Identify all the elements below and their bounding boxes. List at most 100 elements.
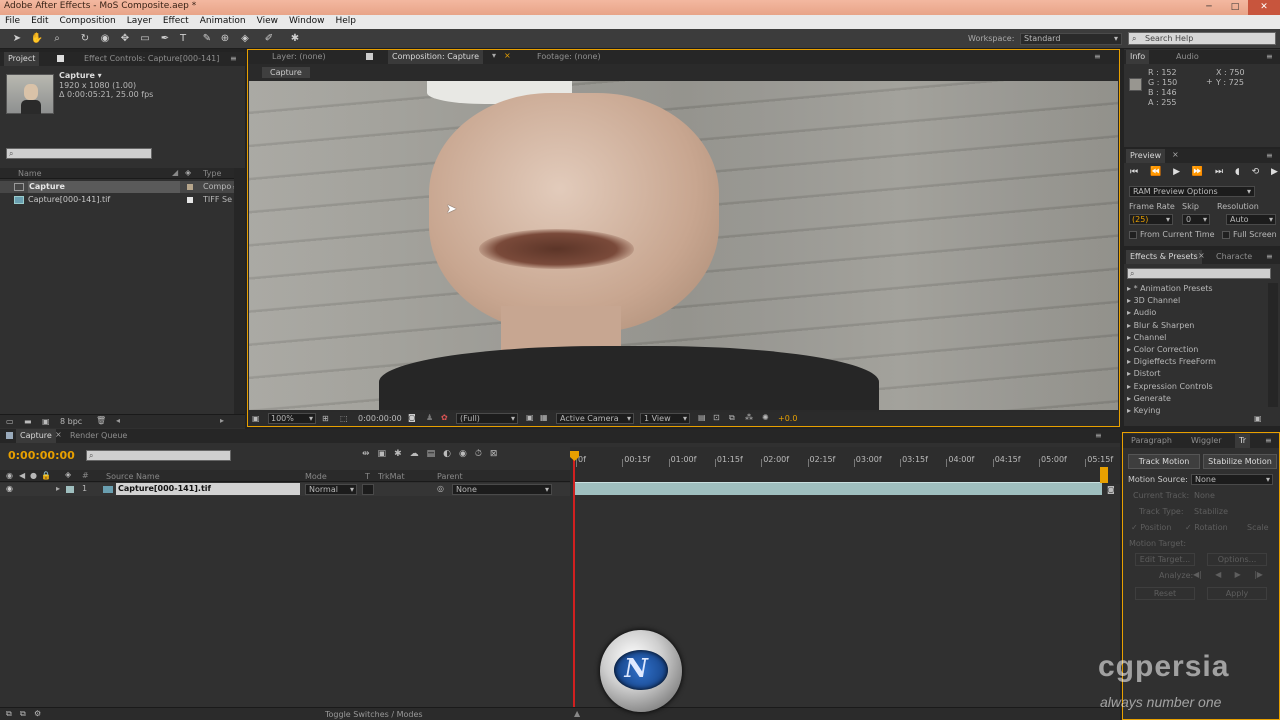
camera-select[interactable]: Active Camera ▾ <box>556 413 634 424</box>
timeline-search-input[interactable]: ⌕ <box>86 450 231 461</box>
expand-icon[interactable]: ▸ <box>56 483 60 495</box>
show-snapshot-icon[interactable]: ♟ <box>426 413 433 422</box>
new-folder-icon[interactable]: ▬ <box>24 417 32 426</box>
layer-duration-bar[interactable] <box>575 482 1102 495</box>
effect-category[interactable]: ▸ Color Correction <box>1127 344 1265 356</box>
pan-behind-tool-icon[interactable]: ✥ <box>118 32 132 46</box>
time-ruler[interactable]: 0f 00:15f 01:00f 01:15f 02:00f 02:15f 03:00f 03… <box>570 447 1120 484</box>
play-icon[interactable]: ▶ <box>1173 167 1180 179</box>
options-button[interactable]: Options... <box>1207 553 1267 566</box>
roto-brush-tool-icon[interactable]: ✐ <box>262 32 276 46</box>
tab-audio[interactable]: Audio <box>1172 50 1203 64</box>
lock-icon[interactable]: 🔒 <box>41 471 51 480</box>
trkmat-select[interactable] <box>362 484 374 495</box>
rectangle-tool-icon[interactable]: ▭ <box>138 32 152 46</box>
label-swatch[interactable] <box>66 486 74 493</box>
hand-tool-icon[interactable]: ✋ <box>30 32 44 46</box>
comp-breadcrumb[interactable]: Capture <box>262 67 310 78</box>
tab-composition[interactable]: Composition: Capture <box>388 50 484 64</box>
label-swatch[interactable] <box>187 197 193 203</box>
close-tab-icon[interactable]: × <box>1198 251 1205 260</box>
col-parent[interactable]: Parent <box>437 472 463 481</box>
effect-category[interactable]: ▸ Generate <box>1127 393 1265 405</box>
menu-view[interactable]: View <box>257 16 278 29</box>
exposure-icon[interactable]: ✺ <box>762 413 769 422</box>
shy-icon[interactable]: ☁ <box>410 449 419 463</box>
eraser-tool-icon[interactable]: ◈ <box>238 32 252 46</box>
live-update-icon[interactable]: ▣ <box>378 449 387 463</box>
blend-mode-select[interactable]: Normal ▾ <box>305 484 357 495</box>
keyframe-icon[interactable]: ⊠ <box>490 449 498 463</box>
menu-window[interactable]: Window <box>289 16 325 29</box>
tab-render-queue[interactable]: Render Queue <box>66 429 131 443</box>
analyze-forward-icon[interactable]: ▶ <box>1235 570 1241 579</box>
scale-checkbox[interactable]: Scale <box>1247 523 1269 532</box>
tab-wiggler[interactable]: Wiggler <box>1187 434 1226 448</box>
fast-preview-icon[interactable]: ⊡ <box>713 413 720 422</box>
parent-select[interactable]: None ▾ <box>452 484 552 495</box>
tab-footage[interactable]: Footage: (none) <box>533 50 605 64</box>
frame-blending-icon[interactable]: ▤ <box>427 449 436 463</box>
zoom-tool-icon[interactable]: ⌕ <box>50 32 64 46</box>
position-checkbox[interactable]: ✓ Position <box>1131 523 1171 532</box>
motion-blur-icon[interactable]: ◐ <box>443 449 451 463</box>
new-preset-icon[interactable]: ▣ <box>1254 414 1262 423</box>
tab-paragraph[interactable]: Paragraph <box>1127 434 1176 448</box>
analyze-backward-1-icon[interactable]: ◀| <box>1193 570 1202 579</box>
rotate-tool-icon[interactable]: ↻ <box>78 32 92 46</box>
rotation-checkbox[interactable]: ✓ Rotation <box>1185 523 1228 532</box>
views-select[interactable]: 1 View ▾ <box>640 413 690 424</box>
graph-editor-icon[interactable]: ◉ <box>459 449 467 463</box>
stabilize-motion-button[interactable]: Stabilize Motion <box>1203 454 1277 469</box>
menu-composition[interactable]: Composition <box>60 16 116 29</box>
effect-category[interactable]: ▸ 3D Channel <box>1127 295 1265 307</box>
ram-preview-icon[interactable]: ▶ <box>1271 167 1278 179</box>
brainstorm-icon[interactable]: ⏱ <box>475 449 482 463</box>
next-frame-icon[interactable]: ⏩ <box>1192 167 1203 179</box>
viewer-timecode[interactable]: 0:00:00:00 <box>358 414 402 423</box>
skip-select[interactable]: 0 ▾ <box>1182 214 1210 225</box>
toggle-pixel-aspect-icon[interactable]: ▤ <box>698 413 706 422</box>
menu-help[interactable]: Help <box>335 16 356 29</box>
maximize-button[interactable]: □ <box>1222 0 1248 15</box>
toggle-switches-modes[interactable]: Toggle Switches / Modes <box>325 710 423 719</box>
selection-tool-icon[interactable]: ➤ <box>10 32 24 46</box>
project-row[interactable]: Capture Compo ⁂ <box>0 181 245 193</box>
puppet-pin-tool-icon[interactable]: ✱ <box>288 32 302 46</box>
work-area-end[interactable] <box>1100 467 1108 483</box>
menu-file[interactable]: File <box>5 16 20 29</box>
effect-category[interactable]: ▸ Digieffects FreeForm <box>1127 356 1265 368</box>
track-motion-button[interactable]: Track Motion <box>1128 454 1200 469</box>
close-tab-icon[interactable]: × <box>55 430 62 439</box>
close-tab-icon[interactable]: × <box>504 51 511 60</box>
first-frame-icon[interactable]: ⏮ <box>1130 167 1138 179</box>
effects-scrollbar[interactable] <box>1268 283 1278 407</box>
mute-audio-icon[interactable]: ◖ <box>1235 167 1240 179</box>
effect-category[interactable]: ▸ Expression Controls <box>1127 381 1265 393</box>
col-t[interactable]: T <box>365 472 370 481</box>
audio-icon[interactable]: ◀ <box>19 471 25 480</box>
brush-tool-icon[interactable]: ✎ <box>200 32 214 46</box>
menu-animation[interactable]: Animation <box>200 16 246 29</box>
timeline-timecode[interactable]: 0:00:00:00 <box>8 449 75 462</box>
analyze-forward-1-icon[interactable]: |▶ <box>1254 570 1263 579</box>
project-search-input[interactable]: ⌕ <box>6 148 152 159</box>
minimize-button[interactable]: ─ <box>1196 0 1222 15</box>
menu-layer[interactable]: Layer <box>127 16 152 29</box>
expand-modes-icon[interactable]: ⧉ <box>20 709 26 719</box>
col-trkmat[interactable]: TrkMat <box>378 472 405 481</box>
grid-icon[interactable]: ⊞ <box>322 414 329 423</box>
frame-rate-select[interactable]: (25) ▾ <box>1129 214 1173 225</box>
apply-button[interactable]: Apply <box>1207 587 1267 600</box>
tab-layer[interactable]: Layer: (none) <box>268 50 330 64</box>
tab-effects-presets[interactable]: Effects & Presets <box>1126 250 1202 264</box>
layer-name[interactable]: Capture[000-141].tif <box>116 483 300 495</box>
search-help-input[interactable]: ⌕ Search Help <box>1128 32 1276 45</box>
scroll-left-icon[interactable]: ◂ <box>116 416 120 425</box>
effect-category[interactable]: ▸ * Animation Presets <box>1127 283 1265 295</box>
resolution-select[interactable]: (Full) ▾ <box>456 413 518 424</box>
camera-icon[interactable]: ◙ <box>408 413 416 422</box>
last-frame-icon[interactable]: ⏭ <box>1215 167 1223 179</box>
loop-icon[interactable]: ⟲ <box>1252 167 1260 179</box>
clone-stamp-tool-icon[interactable]: ⊕ <box>218 32 232 46</box>
